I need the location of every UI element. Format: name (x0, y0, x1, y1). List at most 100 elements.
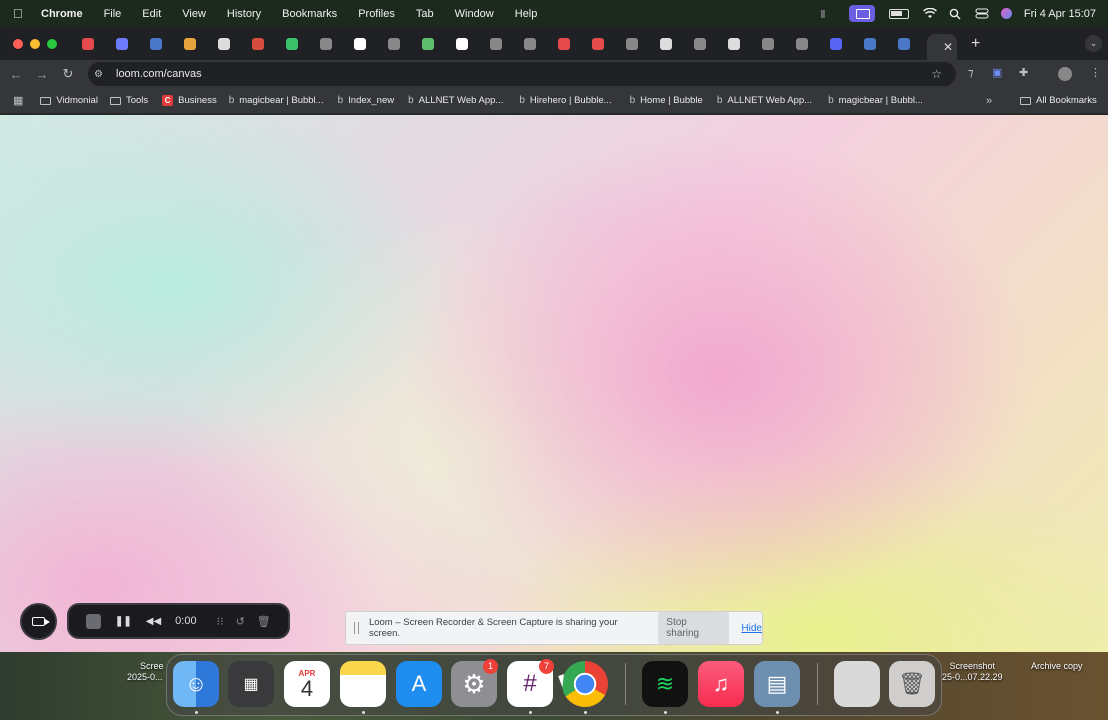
bookmark-magicbear[interactable]: b magicbear | Bubbl... (229, 95, 324, 106)
notes-icon[interactable] (340, 661, 386, 707)
browser-tab[interactable] (485, 35, 506, 53)
browser-tab[interactable] (179, 35, 200, 53)
bookmark-folder-vidmonial[interactable]: Vidmonial (40, 95, 98, 106)
browser-tab[interactable] (859, 35, 880, 53)
close-tab-icon[interactable]: ✕ (943, 40, 953, 54)
chrome-tab-strip: ✕ + ⌄ (0, 27, 1108, 60)
bookmark-business[interactable]: C Business (162, 95, 217, 106)
browser-tab[interactable] (825, 35, 846, 53)
browser-tab[interactable] (349, 35, 370, 53)
browser-tab[interactable] (247, 35, 268, 53)
browser-tab[interactable] (689, 35, 710, 53)
stop-recording-button[interactable] (86, 613, 101, 629)
profile-avatar[interactable] (1058, 67, 1072, 81)
address-bar[interactable]: ⚙ loom.com/canvas ☆ (88, 62, 956, 86)
bookmarks-overflow-icon[interactable]: » (986, 95, 992, 107)
wifi-icon[interactable] (922, 7, 937, 19)
menu-window[interactable]: Window (455, 8, 494, 20)
reload-button[interactable]: ↻ (55, 66, 81, 82)
drawing-tools-icon[interactable]: ⁝⁝ (217, 615, 224, 628)
close-window-button[interactable] (13, 38, 23, 49)
desktop-file-left[interactable]: Scree 2025-0... (126, 661, 164, 683)
extension-icon[interactable]: ⁊ (968, 66, 973, 79)
battery-icon[interactable] (888, 8, 909, 19)
apple-icon[interactable]:  (13, 6, 29, 21)
apps-grid-icon[interactable]: ▦ (13, 94, 23, 107)
delete-icon[interactable]: 🗑 (257, 615, 271, 628)
url-text[interactable]: loom.com/canvas (116, 68, 202, 80)
browser-tab[interactable] (77, 35, 98, 53)
spotlight-search-icon[interactable] (949, 8, 963, 20)
browser-tab[interactable] (893, 35, 914, 53)
launchpad-icon[interactable]: ▦ (228, 661, 274, 707)
bookmark-star-icon[interactable]: ☆ (931, 67, 942, 81)
menu-help[interactable]: Help (515, 8, 538, 20)
calendar-icon[interactable]: APR 4 (284, 661, 330, 707)
bookmark-magicbear-2[interactable]: b magicbear | Bubbl... (828, 95, 923, 106)
browser-tab[interactable] (587, 35, 608, 53)
browser-tab[interactable] (315, 35, 336, 53)
active-tab[interactable]: ✕ (927, 34, 957, 60)
siri-icon[interactable] (1000, 8, 1012, 19)
browser-tab[interactable] (383, 35, 404, 53)
browser-tab[interactable] (111, 35, 132, 53)
rewind-icon[interactable]: ◀◀ (146, 616, 161, 627)
chrome-menu-icon[interactable]: ⋮ (1090, 66, 1101, 79)
browser-tab[interactable] (757, 35, 778, 53)
extensions-puzzle-icon[interactable]: ✚ (1019, 66, 1028, 79)
spotify-icon[interactable]: ≋ (642, 661, 688, 707)
browser-tab[interactable] (655, 35, 676, 53)
desktop-file-screenshot[interactable]: Screenshot 25-0...07.22.29 (942, 661, 1003, 683)
desktop-file-archive[interactable]: Archive copy (1031, 661, 1083, 672)
menu-history[interactable]: History (227, 8, 261, 20)
preview-icon[interactable]: ▤ (754, 661, 800, 707)
browser-tab[interactable] (621, 35, 642, 53)
app-store-icon[interactable]: A (396, 661, 442, 707)
menu-profiles[interactable]: Profiles (358, 8, 395, 20)
downloads-stack-icon[interactable] (834, 661, 880, 707)
browser-tab[interactable] (145, 35, 166, 53)
stop-sharing-button[interactable]: Stop sharing (658, 612, 730, 644)
menubar-small-icon[interactable] (820, 9, 825, 18)
menu-bookmarks[interactable]: Bookmarks (282, 8, 337, 20)
forward-button[interactable]: → (29, 67, 55, 82)
translate-extension-icon[interactable]: ▣ (992, 66, 1002, 79)
tab-search-button[interactable]: ⌄ (1085, 35, 1102, 52)
browser-tab[interactable] (213, 35, 234, 53)
bookmark-allnet-2[interactable]: b ALLNET Web App... (717, 95, 812, 106)
bookmark-hirehero[interactable]: b Hirehero | Bubble... (519, 95, 611, 106)
browser-tab[interactable] (451, 35, 472, 53)
menu-tab[interactable]: Tab (416, 8, 434, 20)
all-bookmarks-folder[interactable]: All Bookmarks (1020, 95, 1097, 106)
menu-view[interactable]: View (182, 8, 206, 20)
finder-icon[interactable]: ☺ (173, 661, 219, 707)
browser-tab[interactable] (519, 35, 540, 53)
menu-app-name[interactable]: Chrome (41, 8, 83, 20)
new-tab-button[interactable]: + (971, 35, 980, 53)
control-center-icon[interactable] (975, 8, 989, 19)
back-button[interactable]: ← (3, 67, 29, 82)
bookmark-home-bubble[interactable]: b Home | Bubble (630, 95, 703, 106)
screen-recording-icon[interactable] (848, 5, 875, 22)
restart-icon[interactable]: ↺ (236, 615, 245, 628)
browser-tab[interactable] (553, 35, 574, 53)
music-icon[interactable]: ♫ (698, 661, 744, 707)
browser-tab[interactable] (281, 35, 302, 53)
browser-tab[interactable] (417, 35, 438, 53)
menu-edit[interactable]: Edit (142, 8, 161, 20)
browser-tab[interactable] (791, 35, 812, 53)
hide-link[interactable]: Hide (741, 623, 762, 634)
bookmark-allnet-1[interactable]: b ALLNET Web App... (408, 95, 503, 106)
pause-button[interactable]: ❚❚ (115, 616, 132, 627)
bookmark-folder-tools[interactable]: Tools (109, 95, 148, 106)
zoom-window-button[interactable] (47, 38, 57, 49)
menubar-clock[interactable]: Fri 4 Apr 15:07 (1024, 8, 1096, 20)
drag-handle-icon[interactable] (354, 622, 359, 634)
menu-file[interactable]: File (104, 8, 122, 20)
trash-icon[interactable]: 🗑 (889, 661, 935, 707)
loom-camera-button[interactable] (20, 603, 57, 640)
site-info-icon[interactable]: ⚙ (94, 69, 108, 80)
minimize-window-button[interactable] (30, 38, 40, 49)
bookmark-index-new[interactable]: b Index_new (338, 95, 395, 106)
browser-tab[interactable] (723, 35, 744, 53)
